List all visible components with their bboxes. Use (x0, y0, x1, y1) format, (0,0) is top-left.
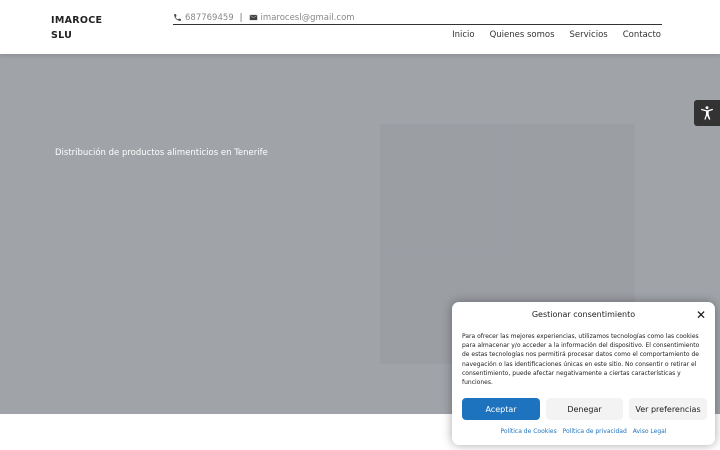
contact-separator: | (239, 12, 243, 23)
accessibility-button[interactable] (694, 100, 720, 126)
close-icon[interactable]: ✕ (696, 309, 706, 321)
consent-actions: Aceptar Denegar Ver preferencias (462, 398, 707, 420)
cookie-consent-dialog: Gestionar consentimiento ✕ Para ofrecer … (452, 302, 715, 445)
consent-title: Gestionar consentimiento (531, 310, 636, 319)
nav-item-contacto[interactable]: Contacto (623, 30, 661, 40)
nav-item-quienes-somos[interactable]: Quienes somos (490, 30, 555, 40)
cookie-policy-link[interactable]: Política de Cookies (501, 428, 557, 435)
envelope-icon (249, 13, 258, 22)
consent-links: Política de Cookies Política de privacid… (452, 428, 715, 435)
contact-bar: 687769459 | imarocesl@gmail.com (173, 11, 662, 25)
deny-button[interactable]: Denegar (546, 398, 623, 420)
accept-button[interactable]: Aceptar (462, 398, 540, 420)
site-logo[interactable]: IMAROCE SLU (51, 13, 111, 43)
phone-icon (173, 13, 182, 22)
email-address[interactable]: imarocesl@gmail.com (261, 13, 355, 23)
privacy-policy-link[interactable]: Política de privacidad (563, 428, 627, 435)
hero-subtitle: Distribución de productos alimenticios e… (55, 148, 268, 158)
preferences-button[interactable]: Ver preferencias (629, 398, 707, 420)
site-header: IMAROCE SLU 687769459 | imarocesl@gmail.… (0, 0, 720, 54)
phone-number[interactable]: 687769459 (185, 13, 234, 23)
legal-notice-link[interactable]: Aviso Legal (633, 428, 667, 435)
nav-item-inicio[interactable]: Inicio (452, 30, 475, 40)
nav-item-servicios[interactable]: Servicios (570, 30, 608, 40)
main-nav: Inicio Quienes somos Servicios Contacto (452, 30, 661, 40)
consent-description: Para ofrecer las mejores experiencias, u… (462, 333, 700, 387)
accessibility-icon (701, 106, 713, 120)
